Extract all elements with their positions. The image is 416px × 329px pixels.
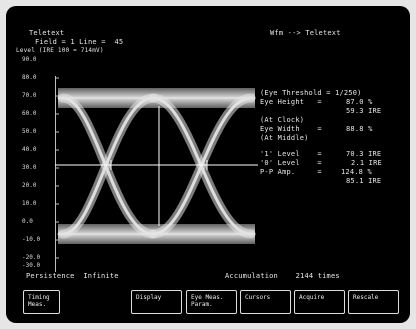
zero-level-value: 2.1 IRE bbox=[351, 159, 382, 167]
eye-width-label: Eye Width = bbox=[260, 125, 322, 133]
y-tick-label: 60.0 bbox=[22, 110, 37, 117]
zero-level-label: '0' Level = bbox=[260, 159, 322, 167]
y-tick-label: 50.0 bbox=[22, 128, 37, 135]
eye-threshold-readout: (Eye Threshold = 1/250) bbox=[260, 89, 362, 97]
pp-amp-percent: 124.8 % bbox=[341, 168, 372, 176]
y-tick-label: 40.0 bbox=[22, 146, 37, 153]
cursors-button[interactable]: Cursors bbox=[240, 290, 291, 314]
y-tick-label: 10.0 bbox=[22, 200, 37, 207]
one-level-value: 70.3 IRE bbox=[346, 150, 382, 158]
persistence-readout: Persistence Infinite bbox=[26, 272, 119, 280]
eye-width-percent: 88.8 % bbox=[346, 125, 373, 133]
eye-height-percent: 87.0 % bbox=[346, 98, 373, 106]
measurement-title: Teletext bbox=[29, 29, 65, 37]
at-middle-label: (At Middle) bbox=[260, 134, 309, 142]
at-clock-label: (At Clock) bbox=[260, 116, 305, 124]
rescale-button[interactable]: Rescale bbox=[348, 290, 399, 314]
display-mode-label: Wfm --> Teletext bbox=[270, 29, 341, 37]
y-tick-label: 0.0 bbox=[22, 218, 33, 225]
eye-height-ire: 59.3 IRE bbox=[346, 107, 382, 115]
eye-diagram-plot bbox=[55, 76, 258, 272]
y-tick-label: 20.0 bbox=[22, 182, 37, 189]
level-scale-label: Level (IRE 100 = 714mV) bbox=[16, 47, 104, 54]
waveform-screen: Teletext Field = 1 Line = 45 Level (IRE … bbox=[6, 6, 410, 323]
y-tick-label: 90.0 bbox=[22, 56, 37, 63]
eye-height-label: Eye Height = bbox=[260, 98, 322, 106]
accumulation-readout: Accumulation 2144 times bbox=[225, 272, 340, 280]
timing-meas-button[interactable]: Timing Meas. bbox=[23, 290, 60, 314]
pp-amp-label: P-P Amp. = bbox=[260, 168, 322, 176]
y-tick-label: -10.0 bbox=[22, 236, 41, 243]
y-tick-label: -30.0 bbox=[22, 262, 41, 269]
y-tick-label: 30.0 bbox=[22, 164, 37, 171]
one-level-label: '1' Level = bbox=[260, 150, 322, 158]
y-tick-label: 70.0 bbox=[22, 92, 37, 99]
y-tick-label: 80.0 bbox=[22, 74, 37, 81]
field-line-readout: Field = 1 Line = 45 bbox=[35, 38, 124, 46]
pp-amp-ire: 85.1 IRE bbox=[346, 177, 382, 185]
eye-meas-param-button[interactable]: Eye Meas. Param. bbox=[186, 290, 237, 314]
acquire-button[interactable]: Acquire bbox=[294, 290, 345, 314]
eye-transitions bbox=[57, 93, 256, 239]
y-tick-label: -20.0 bbox=[22, 254, 41, 261]
display-button[interactable]: Display bbox=[131, 290, 182, 314]
